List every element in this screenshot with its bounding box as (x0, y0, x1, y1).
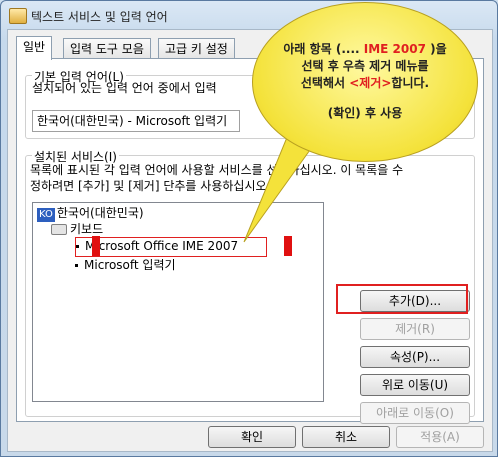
tree-keyboard-label: 키보드 (70, 222, 104, 236)
default-language-description: 설치되어 있는 입력 언어 중에서 입력 (32, 81, 217, 95)
tree-language-label: 한국어(대한민국) (56, 206, 144, 220)
keyboard-app-icon (9, 8, 27, 24)
tab-advanced-key-settings[interactable]: 고급 키 설정 (158, 38, 235, 59)
default-language-select[interactable]: 한국어(대한민국) - Microsoft 입력기 (32, 110, 240, 132)
callout-line-2: 선택 후 우측 제거 메뉴를 (301, 59, 429, 73)
callout-line-1-pre: 아래 항목 (.... (283, 42, 364, 56)
remove-button[interactable]: 제거(R) (360, 318, 470, 340)
tab-language-bar[interactable]: 입력 도구 모음 (63, 38, 151, 59)
properties-button[interactable]: 속성(P)... (360, 346, 470, 368)
instruction-callout: 아래 항목 (.... IME 2007 )을 선택 후 우측 제거 메뉴를 선… (252, 2, 478, 162)
tree-item-office-ime-2007[interactable]: Microsoft Office IME 2007 (75, 237, 267, 257)
tree-node-keyboard[interactable]: 키보드 (51, 221, 103, 237)
cancel-button[interactable]: 취소 (302, 426, 390, 448)
tree-item-microsoft-ime[interactable]: Microsoft 입력기 (75, 257, 176, 273)
window-title: 텍스트 서비스 및 입력 언어 (31, 10, 168, 24)
tree-bullet (76, 245, 79, 248)
callout-line-1-post: )을 (425, 42, 447, 56)
callout-line-4: (확인) 후 사용 (327, 106, 403, 120)
callout-line-3-pre: 선택해서 (300, 76, 350, 90)
callout-line-3-post: 합니다. (391, 76, 430, 90)
language-badge: KO (37, 208, 55, 222)
callout-line-1-highlight: IME 2007 (363, 42, 426, 56)
tab-general[interactable]: 일반 (16, 36, 53, 60)
tree-item-label: Microsoft Office IME 2007 (85, 239, 239, 253)
tree-item-label: Microsoft 입력기 (84, 258, 176, 272)
remove-highlight-box (336, 284, 468, 314)
highlight-marker-left (92, 236, 100, 256)
callout-line-3: 선택해서 <제거>합니다. (253, 75, 477, 92)
tree-node-language[interactable]: KO 한국어(대한민국) (37, 205, 144, 222)
callout-line-1: 아래 항목 (.... IME 2007 )을 (253, 41, 477, 58)
move-up-button[interactable]: 위로 이동(U) (360, 374, 470, 396)
apply-button[interactable]: 적용(A) (396, 426, 484, 448)
move-down-button[interactable]: 아래로 이동(O) (360, 402, 470, 424)
ok-button[interactable]: 확인 (208, 426, 296, 448)
tree-bullet (75, 264, 78, 267)
keyboard-icon (51, 224, 67, 235)
callout-line-3-highlight: <제거> (349, 76, 392, 90)
